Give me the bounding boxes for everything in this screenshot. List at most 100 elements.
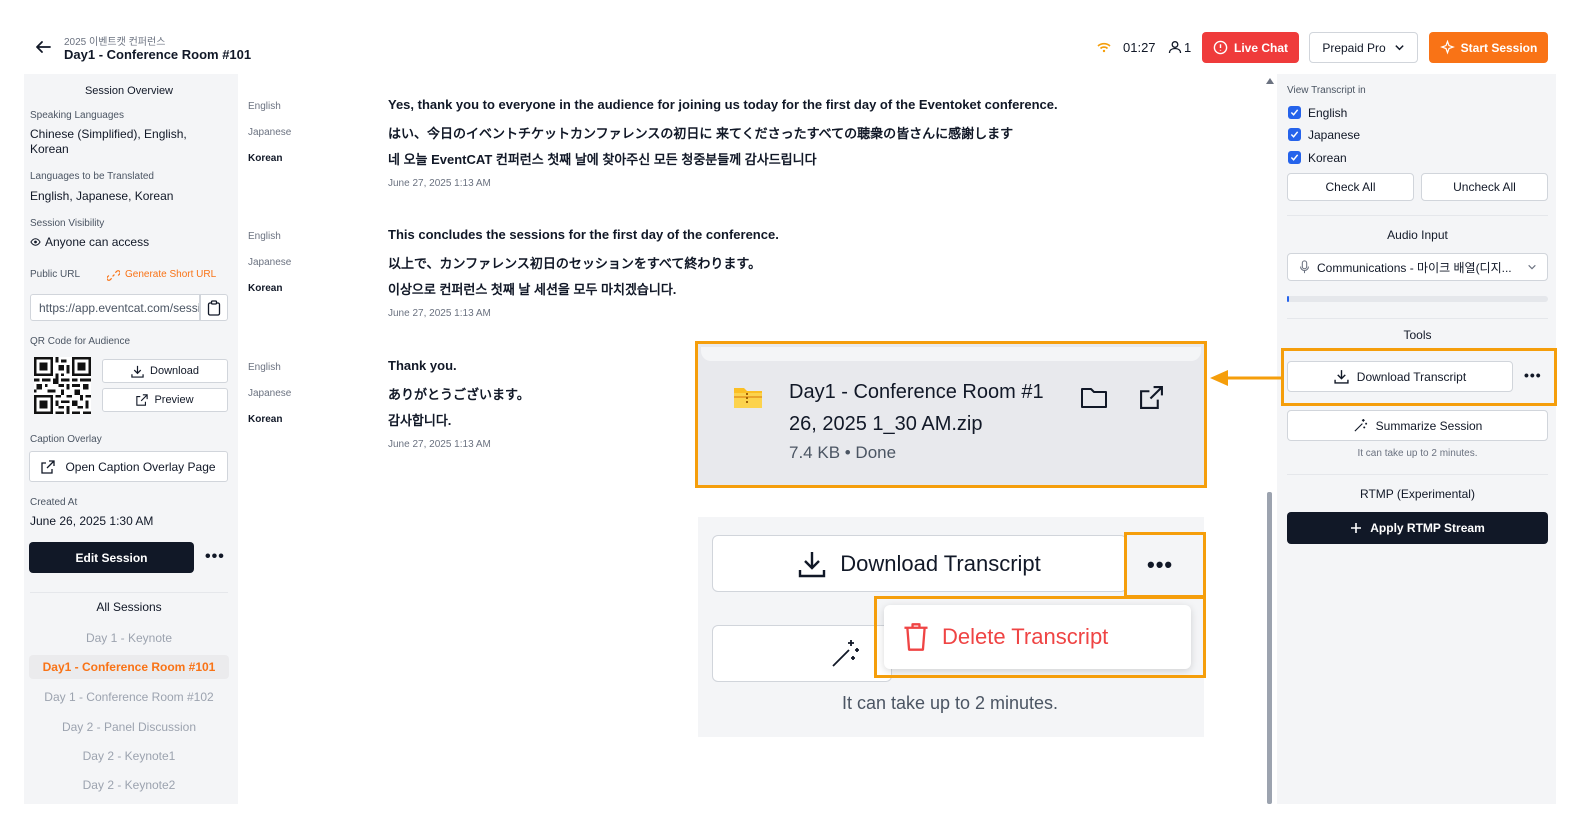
transcript-lang: English <box>248 362 281 373</box>
qr-preview-button[interactable]: Preview <box>102 388 228 412</box>
transcript-line: 네 오늘 EventCAT 컨퍼런스 첫째 날에 찾아주신 모든 청중분들께 감… <box>388 152 817 167</box>
sparkle-icon <box>1439 40 1455 55</box>
session-item-day2-keynote2[interactable]: Day 2 - Keynote2 <box>29 773 229 797</box>
session-item-day1-keynote[interactable]: Day 1 - Keynote <box>29 626 229 650</box>
check-icon <box>1290 154 1299 161</box>
edit-session-button[interactable]: Edit Session <box>29 542 194 573</box>
rtmp-title: RTMP (Experimental) <box>1360 487 1475 501</box>
callout-highlight <box>874 596 1206 678</box>
link-icon <box>107 270 120 281</box>
session-item-day1-room102[interactable]: Day 1 - Conference Room #102 <box>29 685 229 709</box>
scroll-up-arrow-icon[interactable] <box>1265 77 1275 85</box>
transcript-line: This concludes the sessions for the firs… <box>388 227 779 242</box>
callout-highlight <box>1124 532 1206 598</box>
clipboard-icon <box>207 299 221 316</box>
divider <box>1287 318 1548 319</box>
open-caption-overlay-button[interactable]: Open Caption Overlay Page <box>29 451 228 482</box>
transcript-time: June 27, 2025 1:13 AM <box>388 178 491 189</box>
session-item-day1-room101[interactable]: Day1 - Conference Room #101 <box>29 655 229 679</box>
check-icon <box>1290 131 1299 138</box>
transcript-lang: Korean <box>248 414 283 425</box>
zoom-summarize-button[interactable] <box>712 625 892 682</box>
transcript-scrollbar[interactable] <box>1267 492 1272 804</box>
transcript-lang: Japanese <box>248 388 292 399</box>
microphone-icon <box>1300 260 1309 274</box>
session-item-day2-keynote1[interactable]: Day 2 - Keynote1 <box>29 744 229 768</box>
download-icon <box>131 365 144 378</box>
audio-device-label: Communications - 마이크 배열(디지... <box>1317 260 1512 275</box>
transcript-line: 감사합니다. <box>388 413 452 428</box>
translated-languages-value: English, Japanese, Korean <box>30 189 174 203</box>
qr-download-button[interactable]: Download <box>102 359 228 383</box>
public-url-input[interactable]: https://app.eventcat.com/session <box>30 294 200 321</box>
summarize-note: It can take up to 2 minutes. <box>1357 448 1478 459</box>
visibility-label: Session Visibility <box>30 218 105 229</box>
divider <box>1287 215 1548 216</box>
generate-short-url-link[interactable]: Generate Short URL <box>125 269 216 280</box>
checkbox-korean[interactable] <box>1288 151 1301 164</box>
view-transcript-label: View Transcript in <box>1287 85 1366 96</box>
download-icon <box>799 551 826 577</box>
translated-languages-label: Languages to be Translated <box>30 171 154 182</box>
qr-code-label: QR Code for Audience <box>30 336 131 347</box>
transcript-line: ありがとうございます。 <box>388 387 530 402</box>
audio-input-title: Audio Input <box>1387 228 1448 242</box>
live-chat-button[interactable]: Live Chat <box>1202 32 1299 63</box>
zoom-download-label: Download Transcript <box>840 550 1041 576</box>
checkbox-label: Korean <box>1308 151 1347 165</box>
plan-label: Prepaid Pro <box>1322 40 1386 55</box>
transcript-line: 이상으로 컨퍼런스 첫째 날 세션을 모두 마치겠습니다. <box>388 282 677 297</box>
session-timer: 01:27 <box>1123 40 1156 55</box>
divider <box>30 592 228 593</box>
checkbox-japanese[interactable] <box>1288 128 1301 141</box>
qr-code-image <box>34 357 91 414</box>
caption-overlay-label: Caption Overlay <box>30 434 102 445</box>
signal-icon <box>1097 42 1111 53</box>
transcript-time: June 27, 2025 1:13 AM <box>388 439 491 450</box>
callout-arrow-icon <box>1210 370 1282 386</box>
checkbox-english[interactable] <box>1288 106 1301 119</box>
audio-level-meter <box>1287 296 1548 302</box>
external-link-icon <box>136 394 149 406</box>
callout-highlight <box>695 341 1207 488</box>
plus-icon <box>1351 523 1362 533</box>
copy-url-button[interactable] <box>200 294 228 321</box>
live-chat-label: Live Chat <box>1233 40 1288 55</box>
summarize-session-button[interactable]: Summarize Session <box>1287 410 1548 441</box>
speaking-languages-label: Speaking Languages <box>30 110 124 121</box>
zoom-summarize-note: It can take up to 2 minutes. <box>841 693 1059 713</box>
back-arrow-icon[interactable] <box>34 38 52 56</box>
open-caption-overlay-label: Open Caption Overlay Page <box>65 459 216 474</box>
session-item-day2-panel[interactable]: Day 2 - Panel Discussion <box>29 715 229 739</box>
zoom-download-transcript-button[interactable]: Download Transcript <box>712 535 1127 592</box>
apply-rtmp-button[interactable]: Apply RTMP Stream <box>1287 512 1548 544</box>
magic-wand-icon <box>832 640 859 667</box>
start-session-button[interactable]: Start Session <box>1429 32 1548 63</box>
check-all-button[interactable]: Check All <box>1287 173 1414 201</box>
magic-wand-icon <box>1354 418 1367 432</box>
session-more-button[interactable]: ••• <box>205 548 225 566</box>
visibility-value: Anyone can access <box>45 235 150 249</box>
qr-download-label: Download <box>150 365 199 377</box>
audio-device-select[interactable]: Communications - 마이크 배열(디지... <box>1287 253 1548 281</box>
transcript-time: June 27, 2025 1:13 AM <box>388 308 491 319</box>
transcript-lang: English <box>248 101 281 112</box>
transcript-line: 以上で、カンファレンス初日のセッションをすべて終わります。 <box>388 256 762 271</box>
created-at-value: June 26, 2025 1:30 AM <box>30 514 154 528</box>
plan-dropdown[interactable]: Prepaid Pro <box>1309 32 1418 63</box>
check-icon <box>1290 109 1299 116</box>
audio-level-fill <box>1287 296 1289 302</box>
checkbox-label: Japanese <box>1308 128 1361 142</box>
transcript-lang: Korean <box>248 283 283 294</box>
event-name: 2025 이벤트캣 컨퍼런스 <box>64 37 166 48</box>
uncheck-all-button[interactable]: Uncheck All <box>1421 173 1548 201</box>
chevron-down-icon <box>1528 264 1536 270</box>
apply-rtmp-label: Apply RTMP Stream <box>1370 521 1485 535</box>
callout-highlight <box>1281 348 1557 406</box>
transcript-line: はい、今日のイベントチケットカンファレンスの初日に 来てくださったすべての聴衆の… <box>388 126 1014 141</box>
speaking-languages-value: Chinese (Simplified), English, Korean <box>30 127 187 156</box>
summarize-session-label: Summarize Session <box>1375 418 1483 433</box>
transcript-lang: English <box>248 231 281 242</box>
divider <box>1287 474 1548 475</box>
tools-title: Tools <box>1403 328 1432 342</box>
